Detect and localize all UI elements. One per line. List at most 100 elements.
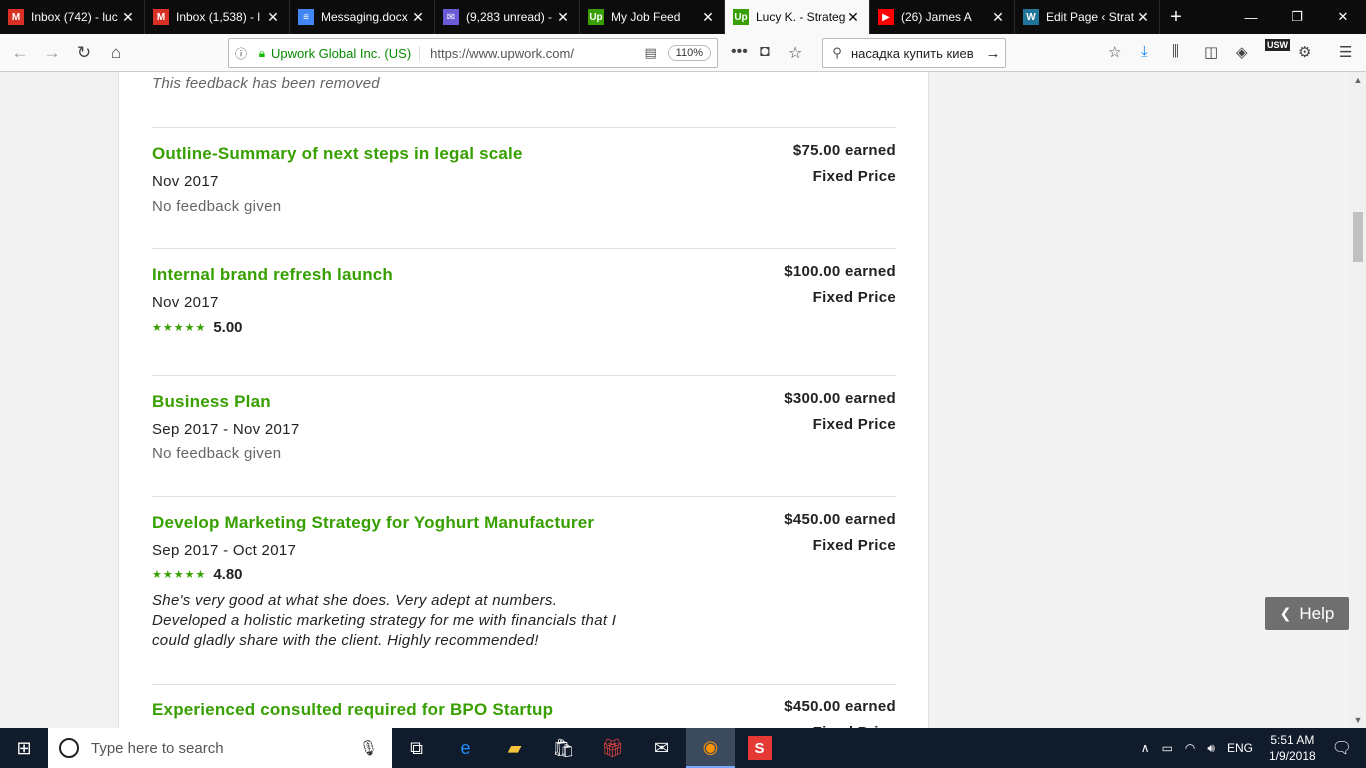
taskbar: ⊞ Type here to search 🎙︎ ⧉ e ▰ 🛍︎ 🎁︎ ✉ ◉… bbox=[0, 728, 1366, 768]
tab-title: (9,283 unread) - bbox=[466, 10, 553, 24]
site-identity[interactable]: Upwork Global Inc. (US) bbox=[271, 45, 421, 61]
scrollbar-thumb[interactable] bbox=[1353, 212, 1363, 262]
battery-icon[interactable]: ▭ bbox=[1162, 741, 1173, 755]
app-s-icon[interactable]: S bbox=[735, 728, 784, 768]
sidebar-icon[interactable]: ◫ bbox=[1204, 43, 1218, 61]
job-rating: ★★★★★ 4.80 bbox=[152, 566, 243, 583]
close-tab-icon[interactable]: ✕ bbox=[120, 9, 136, 26]
show-hidden-icons[interactable]: ∧ bbox=[1141, 741, 1150, 755]
job-title-link[interactable]: Experienced consulted required for BPO S… bbox=[152, 700, 553, 720]
rating-score: 4.80 bbox=[213, 566, 243, 583]
reload-button[interactable]: ↻ bbox=[68, 37, 100, 69]
tab-title: (26) James A bbox=[901, 10, 972, 24]
edge-icon[interactable]: e bbox=[441, 728, 490, 768]
reader-view-icon[interactable]: ▤ bbox=[640, 45, 662, 61]
extension-icon[interactable]: ⚙ bbox=[1298, 43, 1311, 61]
store-icon[interactable]: 🛍︎ bbox=[539, 728, 588, 768]
help-button[interactable]: ❮ Help bbox=[1265, 597, 1349, 630]
lock-icon: 🔒︎ bbox=[258, 45, 266, 60]
job-date: Sep 2017 - Oct 2017 bbox=[152, 542, 297, 559]
job-title-link[interactable]: Internal brand refresh launch bbox=[152, 265, 393, 285]
close-tab-icon[interactable]: ✕ bbox=[410, 9, 426, 26]
search-go-icon[interactable]: → bbox=[981, 45, 1005, 62]
wifi-icon[interactable]: ◠ bbox=[1185, 741, 1195, 755]
job-title-link[interactable]: Business Plan bbox=[152, 392, 271, 412]
page-scrollbar[interactable]: ▲ ▼ bbox=[1350, 72, 1366, 728]
search-bar[interactable]: ⚲ насадка купить киев → bbox=[822, 38, 1006, 68]
system-tray: ∧ ▭ ◠ 🔊︎ ENG 5:51 AM 1/9/2018 🗨︎ bbox=[1135, 728, 1366, 768]
close-tab-icon[interactable]: ✕ bbox=[265, 9, 281, 26]
taskbar-search[interactable]: Type here to search 🎙︎ bbox=[48, 728, 392, 768]
zoom-indicator[interactable]: 110% bbox=[667, 45, 711, 61]
page-content: This feedback has been removed Outline-S… bbox=[0, 72, 1350, 728]
layers-icon[interactable]: ◈ bbox=[1236, 43, 1248, 61]
browser-tab[interactable]: M Inbox (742) - luc ✕ bbox=[0, 0, 145, 34]
file-explorer-icon[interactable]: ▰ bbox=[490, 728, 539, 768]
wordpress-icon: W bbox=[1023, 9, 1039, 25]
scroll-down-icon[interactable]: ▼ bbox=[1350, 715, 1366, 725]
forward-button[interactable]: → bbox=[36, 37, 68, 69]
pocket-icon[interactable]: ◘ bbox=[760, 43, 770, 61]
browser-tab[interactable]: Up Lucy K. - Strateg ✕ bbox=[725, 0, 870, 34]
job-item: Develop Marketing Strategy for Yoghurt M… bbox=[152, 496, 896, 684]
close-tab-icon[interactable]: ✕ bbox=[700, 9, 716, 26]
close-tab-icon[interactable]: ✕ bbox=[990, 9, 1006, 26]
job-item: Internal brand refresh launch Nov 2017 ★… bbox=[152, 248, 896, 375]
scroll-up-icon[interactable]: ▲ bbox=[1350, 75, 1366, 85]
bookmark-star-icon[interactable]: ☆ bbox=[788, 43, 802, 63]
search-icon: ⚲ bbox=[832, 45, 842, 60]
job-item: Experienced consulted required for BPO S… bbox=[152, 684, 896, 728]
bookmarks-menu-icon[interactable]: ☆ bbox=[1108, 43, 1121, 61]
downloads-icon[interactable]: ⤓ bbox=[1141, 43, 1148, 60]
task-view-icon[interactable]: ⧉ bbox=[392, 728, 441, 768]
gmail-icon: M bbox=[8, 9, 24, 25]
home-button[interactable]: ⌂ bbox=[100, 37, 132, 69]
removed-feedback-note: This feedback has been removed bbox=[152, 75, 380, 92]
page-actions-icon[interactable]: ••• bbox=[731, 43, 748, 61]
browser-tab[interactable]: ▶ (26) James A ✕ bbox=[870, 0, 1015, 34]
new-tab-button[interactable]: + bbox=[1160, 0, 1192, 34]
close-tab-icon[interactable]: ✕ bbox=[845, 9, 861, 26]
gift-icon[interactable]: 🎁︎ bbox=[588, 728, 637, 768]
close-window-button[interactable]: ✕ bbox=[1320, 0, 1366, 34]
firefox-icon[interactable]: ◉ bbox=[686, 728, 735, 768]
upwork-icon: Up bbox=[588, 9, 604, 25]
back-button[interactable]: ← bbox=[4, 37, 36, 69]
browser-tab[interactable]: Up My Job Feed ✕ bbox=[580, 0, 725, 34]
language-indicator[interactable]: ENG bbox=[1227, 741, 1253, 755]
minimize-button[interactable]: — bbox=[1228, 0, 1274, 34]
tab-title: Edit Page ‹ Strat bbox=[1046, 10, 1135, 24]
windows-start-icon[interactable]: ⊞ bbox=[0, 728, 48, 768]
tab-list: M Inbox (742) - luc ✕ M Inbox (1,538) - l ✕ ≡ M… bbox=[0, 0, 1160, 34]
browser-tab[interactable]: ✉ (9,283 unread) - ✕ bbox=[435, 0, 580, 34]
job-price-type: Fixed Price bbox=[812, 537, 896, 554]
notifications-icon[interactable]: 🗨︎ bbox=[1332, 738, 1352, 758]
cortana-icon bbox=[59, 738, 79, 758]
restore-button[interactable]: ❐ bbox=[1274, 0, 1320, 34]
tab-title: Inbox (1,538) - l bbox=[176, 10, 261, 24]
browser-tab[interactable]: W Edit Page ‹ Strat ✕ bbox=[1015, 0, 1160, 34]
job-title-link[interactable]: Outline-Summary of next steps in legal s… bbox=[152, 144, 523, 164]
job-date: Sep 2017 - Nov 2017 bbox=[152, 421, 300, 438]
job-feedback: No feedback given bbox=[152, 198, 282, 215]
url-bar[interactable]: ⓘ 🔒︎ Upwork Global Inc. (US) https://www… bbox=[228, 38, 718, 68]
mail-icon: ✉ bbox=[443, 9, 459, 25]
menu-icon[interactable]: ☰ bbox=[1339, 43, 1352, 61]
job-feedback: No feedback given bbox=[152, 445, 282, 462]
library-icon[interactable]: ⫼ bbox=[1172, 43, 1179, 60]
job-price-type: Fixed Price bbox=[812, 168, 896, 185]
browser-tab[interactable]: ≡ Messaging.docx ✕ bbox=[290, 0, 435, 34]
search-input[interactable]: насадка купить киев bbox=[851, 46, 981, 61]
clock[interactable]: 5:51 AM 1/9/2018 bbox=[1269, 732, 1316, 764]
close-tab-icon[interactable]: ✕ bbox=[1135, 9, 1151, 26]
volume-icon[interactable]: 🔊︎ bbox=[1207, 741, 1215, 756]
info-icon[interactable]: ⓘ bbox=[229, 45, 253, 62]
tab-title: Inbox (742) - luc bbox=[31, 10, 118, 24]
microphone-icon[interactable]: 🎙︎ bbox=[359, 739, 378, 757]
job-title-link[interactable]: Develop Marketing Strategy for Yoghurt M… bbox=[152, 513, 594, 533]
close-tab-icon[interactable]: ✕ bbox=[555, 9, 571, 26]
profile-badge[interactable]: USW bbox=[1265, 39, 1290, 51]
mail-app-icon[interactable]: ✉ bbox=[637, 728, 686, 768]
browser-tab[interactable]: M Inbox (1,538) - l ✕ bbox=[145, 0, 290, 34]
url-text[interactable]: https://www.upwork.com/ bbox=[420, 46, 640, 61]
